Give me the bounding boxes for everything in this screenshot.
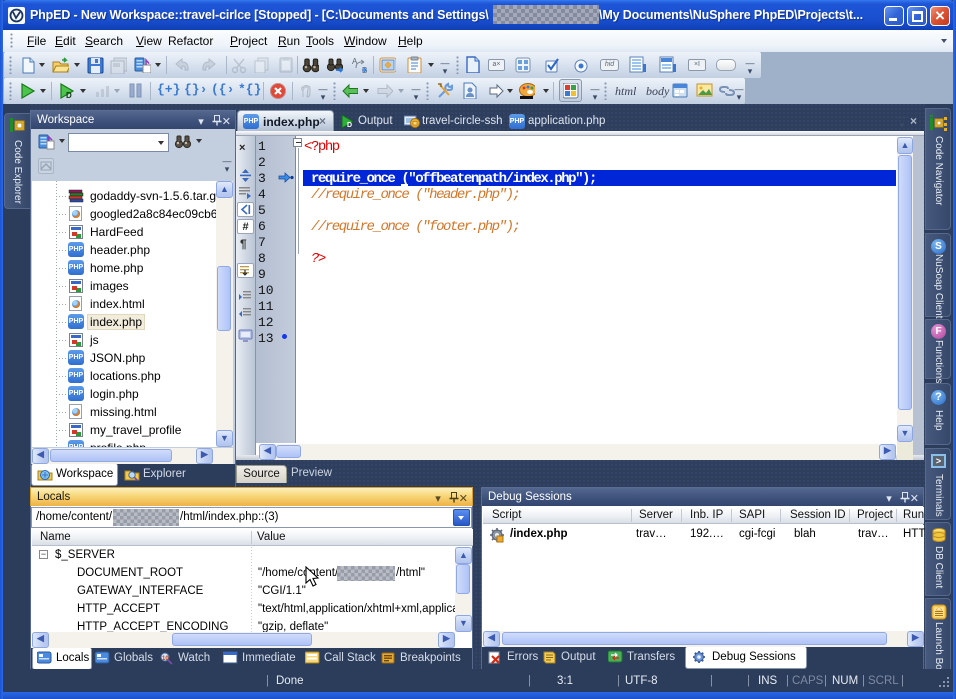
svg-text:10: 10 bbox=[162, 656, 169, 662]
svg-text:D: D bbox=[66, 91, 72, 99]
svg-text:D: D bbox=[347, 122, 352, 129]
